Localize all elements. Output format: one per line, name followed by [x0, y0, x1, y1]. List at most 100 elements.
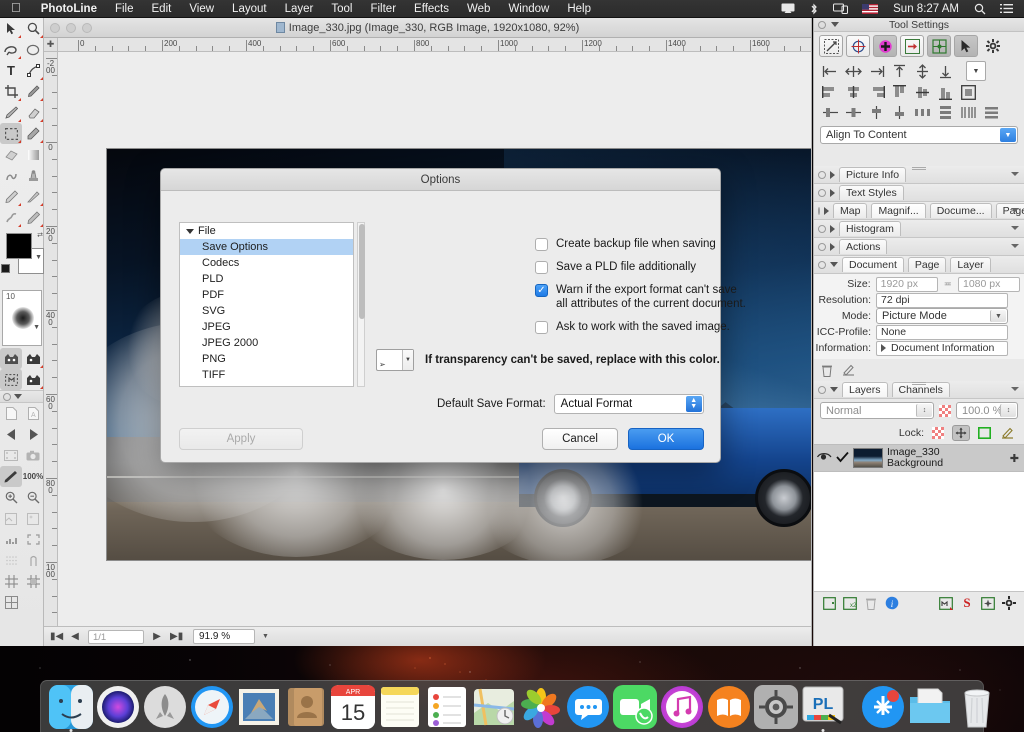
- search-icon[interactable]: [967, 0, 993, 18]
- histogram-disclosure-icon[interactable]: [830, 224, 835, 233]
- lock-move-icon[interactable]: [952, 425, 970, 441]
- vertical-ruler[interactable]: -200020040060080010001200: [44, 52, 58, 626]
- eraser-tool[interactable]: [22, 102, 44, 123]
- text-styles-disclosure-icon[interactable]: [830, 188, 835, 197]
- mode-chevron-icon[interactable]: ▼: [990, 310, 1006, 322]
- picture-info-toggle-icon[interactable]: [818, 170, 826, 179]
- tree-item-png[interactable]: PNG: [180, 351, 353, 367]
- warn-export-checkbox[interactable]: ✓: [535, 284, 548, 297]
- window-traffic-lights[interactable]: [50, 23, 92, 33]
- picture-info-menu-icon[interactable]: [1011, 172, 1019, 176]
- sharpen-tool[interactable]: [22, 186, 44, 207]
- text-doc-icon[interactable]: A: [22, 403, 44, 424]
- smudge-tool[interactable]: [0, 165, 22, 186]
- layers-grip-icon[interactable]: [912, 382, 926, 385]
- default-colors-icon[interactable]: [1, 264, 10, 273]
- edge-bottom-icon[interactable]: [934, 83, 956, 101]
- blur-tool[interactable]: [0, 144, 22, 165]
- mask-off-icon[interactable]: [22, 369, 44, 390]
- tab-map[interactable]: Map: [833, 203, 868, 218]
- last-page-button[interactable]: ▶▮: [170, 631, 183, 642]
- app-store-icon[interactable]: [861, 685, 905, 729]
- lock-transparency-icon[interactable]: [929, 425, 947, 441]
- opacity-field[interactable]: 100.0 % ↕: [956, 402, 1018, 419]
- tab-documents[interactable]: Docume...: [929, 203, 992, 218]
- dist-top-icon[interactable]: [865, 103, 887, 121]
- next-page-button[interactable]: ▶: [151, 631, 163, 642]
- align-middle-v-icon[interactable]: [911, 62, 933, 80]
- panel-layers[interactable]: Layers Channels: [814, 381, 1024, 399]
- trash-icon[interactable]: [820, 363, 834, 377]
- camera-icon[interactable]: [22, 445, 44, 466]
- tree-item-save-options[interactable]: Save Options: [180, 239, 353, 255]
- default-save-format-stepper-icon[interactable]: ▲ ▼: [685, 396, 702, 412]
- tree-root-file[interactable]: File: [180, 223, 353, 239]
- menu-edit[interactable]: Edit: [143, 0, 181, 18]
- edge-right-icon[interactable]: [865, 83, 887, 101]
- mail-icon[interactable]: [237, 685, 281, 729]
- dist-h-space-icon[interactable]: [911, 103, 933, 121]
- horizontal-ruler[interactable]: 020040060080010001200140016001800: [58, 38, 811, 52]
- map-group-disclosure-icon[interactable]: [824, 206, 829, 215]
- layer-thumbnail[interactable]: [853, 448, 883, 468]
- default-save-format-select[interactable]: Actual Format ▲ ▼: [553, 394, 704, 414]
- close-button[interactable]: [50, 23, 60, 33]
- size-width-field[interactable]: 1920 px: [875, 276, 938, 292]
- transparency-color-dropdown-icon[interactable]: ▼: [402, 350, 413, 370]
- tree-scrollbar[interactable]: [357, 222, 365, 387]
- apply-button[interactable]: Apply: [179, 428, 303, 450]
- page-number-field[interactable]: 1/1: [88, 629, 144, 644]
- next-icon[interactable]: [22, 424, 44, 445]
- actions-disclosure-icon[interactable]: [830, 242, 835, 251]
- tree-item-jpeg-2000[interactable]: JPEG 2000: [180, 335, 353, 351]
- ok-button[interactable]: OK: [628, 428, 704, 450]
- tree-item-pld[interactable]: PLD: [180, 271, 353, 287]
- menu-effects[interactable]: Effects: [405, 0, 458, 18]
- edge-middle-icon[interactable]: [911, 83, 933, 101]
- downloads-folder-icon[interactable]: [908, 685, 952, 729]
- map-group-menu-icon[interactable]: [1011, 208, 1019, 212]
- layer-move-handle-icon[interactable]: ✚: [1010, 452, 1024, 465]
- opacity-stepper-icon[interactable]: ↕: [1000, 404, 1016, 417]
- burn-tool[interactable]: [0, 207, 22, 228]
- spacing-dropdown[interactable]: ▼: [966, 61, 986, 81]
- mask-icon[interactable]: [939, 596, 953, 610]
- airplay-icon[interactable]: [774, 0, 802, 18]
- delete-layer-icon[interactable]: [864, 596, 878, 610]
- checkbox-ask-saved-image[interactable]: Ask to work with the saved image.: [535, 320, 730, 334]
- ibooks-icon[interactable]: [707, 685, 751, 729]
- clone-tool[interactable]: [22, 123, 44, 144]
- panel-grip-icon[interactable]: [912, 167, 926, 170]
- create-backup-checkbox[interactable]: [535, 238, 548, 251]
- effects-icon[interactable]: [981, 596, 995, 610]
- cancel-button[interactable]: Cancel: [542, 428, 618, 450]
- zoom-tool[interactable]: [22, 18, 44, 39]
- blend-mode-dropdown[interactable]: Normal ↕: [820, 402, 934, 419]
- actions-toggle-icon[interactable]: [818, 242, 826, 251]
- swap-colors-icon[interactable]: ⇄: [37, 231, 43, 239]
- foreground-color-swatch[interactable]: [6, 233, 32, 259]
- panel-histogram[interactable]: Histogram: [814, 220, 1024, 238]
- path-tool[interactable]: [22, 60, 44, 81]
- layer-visibility-icon[interactable]: [816, 451, 832, 465]
- panel-picture-info[interactable]: Picture Info: [814, 166, 1024, 184]
- transparency-icon[interactable]: [939, 404, 951, 417]
- tree-scrollbar-thumb[interactable]: [359, 224, 365, 319]
- layer-list-empty-area[interactable]: [814, 472, 1024, 592]
- reminders-icon[interactable]: [425, 685, 469, 729]
- zoom-button[interactable]: [82, 23, 92, 33]
- script-icon[interactable]: S: [960, 595, 974, 610]
- finder-icon[interactable]: [49, 685, 93, 732]
- export-node-icon[interactable]: [900, 35, 924, 57]
- info-icon[interactable]: i: [885, 596, 899, 610]
- brush-tool[interactable]: [0, 102, 22, 123]
- mask-edit-icon[interactable]: [22, 348, 44, 369]
- add-node-icon[interactable]: [873, 35, 897, 57]
- color-dropdown-icon[interactable]: ▼: [35, 254, 42, 261]
- lock-paint-icon[interactable]: [998, 425, 1016, 441]
- first-page-button[interactable]: ▮◀: [50, 631, 63, 642]
- text-tool[interactable]: T: [0, 60, 22, 81]
- tab-layers[interactable]: Layers: [842, 382, 888, 397]
- histogram-menu-icon[interactable]: [1011, 226, 1019, 230]
- icc-profile-field[interactable]: None: [876, 324, 1008, 340]
